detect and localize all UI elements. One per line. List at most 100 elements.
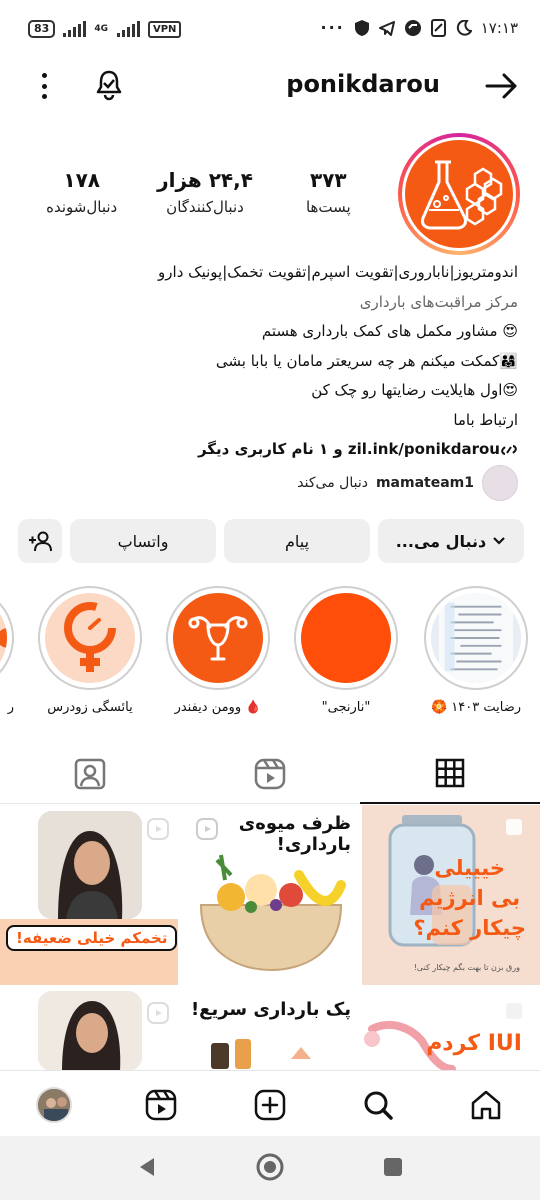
tagged-icon <box>74 758 106 790</box>
suggest-people-button[interactable] <box>18 519 62 563</box>
app-notification-icon <box>404 19 421 36</box>
bio-link[interactable]: zil.ink/ponikdarou <box>348 440 500 458</box>
highlight-partial-label: ر <box>7 700 14 715</box>
telegram-icon <box>378 20 395 36</box>
followed-by-text: دنبال می‌کند <box>297 475 368 491</box>
nav-reels[interactable] <box>141 1085 181 1125</box>
profile-header: ponikdarou <box>0 62 540 110</box>
highlight-reviews[interactable]: رضایت ۱۴۰۳ 🏵️ <box>424 586 528 715</box>
network-type: 4G <box>94 23 108 34</box>
system-back-button[interactable] <box>132 1152 162 1182</box>
following-label: دنبال‌شونده <box>46 198 118 216</box>
chevron-down-icon <box>493 537 506 545</box>
home-circle-icon <box>256 1153 284 1181</box>
reel-indicator-icon <box>196 818 218 840</box>
reels-icon <box>254 758 286 790</box>
multi-post-icon <box>506 819 522 835</box>
tile3-caption: تخمکم خیلی ضعیفه! <box>6 925 178 951</box>
bio-line-2: 👨‍👩‍👧کمکت میکنم هر چه سریعتر مامان یا با… <box>215 351 518 370</box>
bio-line-1: 😍 مشاور مکمل های کمک بارداری هستم <box>261 322 518 340</box>
profile-actions: دنبال می... پیام واتساپ <box>18 519 524 563</box>
tile1-line1: خیییلی <box>434 856 506 880</box>
female-clock-icon <box>64 602 116 672</box>
woman-portrait-icon <box>38 991 142 1070</box>
multi-post-icon <box>506 1003 522 1019</box>
fruit-bowl-icon <box>199 854 346 972</box>
nav-profile[interactable] <box>34 1085 74 1125</box>
tile5-title: پک بارداری سریع! <box>190 999 351 1020</box>
tile6-photo <box>38 991 142 1070</box>
bio-name: اندومتریوز|ناباروری|تقویت اسپرم|تقویت تخ… <box>158 263 518 281</box>
profile-stats: ۳۷۳ پست‌ها ۲۴,۴ هزار دنبال‌کنندگان ۱۷۸ د… <box>20 168 390 216</box>
vpn-badge: VPN <box>147 20 182 38</box>
tab-reels[interactable] <box>180 744 360 804</box>
post-tile[interactable] <box>0 989 178 1070</box>
system-home-button[interactable] <box>255 1152 285 1182</box>
grid-icon <box>435 758 465 788</box>
message-button[interactable]: پیام <box>224 519 370 563</box>
moon-icon <box>456 19 472 36</box>
signal-icon <box>63 21 87 37</box>
profile-avatar[interactable] <box>398 133 520 255</box>
signal-icon-2 <box>116 21 140 37</box>
followers-count: ۲۴,۴ هزار <box>157 168 253 192</box>
followers-stat[interactable]: ۲۴,۴ هزار دنبال‌کنندگان <box>143 168 266 216</box>
story-highlights: رضایت ۱۴۰۳ 🏵️ "نارنجی" 🩸 وومن دیفندر یائ… <box>0 586 540 716</box>
status-bar: 83 4G VPN ··· ۱۷:۱۳ <box>0 0 540 56</box>
tile1-line2: بی انرژیم <box>419 886 521 910</box>
followers-label: دنبال‌کنندگان <box>166 198 244 216</box>
woman-portrait-icon <box>38 811 142 919</box>
posts-label: پست‌ها <box>305 198 351 216</box>
nav-home[interactable] <box>466 1085 506 1125</box>
highlight-early-menopause[interactable]: یائسگی زودرس <box>38 586 142 715</box>
post-tile[interactable]: پک بارداری سریع! <box>181 989 359 1070</box>
back-arrow-icon[interactable] <box>484 70 520 102</box>
message-button-label: پیام <box>284 531 310 551</box>
highlight-early-menopause-label: یائسگی زودرس <box>47 700 133 715</box>
bio-link-more[interactable]: و ۱ نام کاربری دیگر <box>198 440 343 458</box>
edit-icon <box>430 18 446 37</box>
followed-by-row[interactable]: mamateam1 دنبال می‌کند <box>297 465 518 501</box>
highlight-women-defender-label: 🩸 وومن دیفندر <box>174 700 262 715</box>
battery-indicator: 83 <box>28 20 56 38</box>
more-notifications-icon: ··· <box>320 18 345 37</box>
highlight-women-defender[interactable]: 🩸 وومن دیفندر <box>166 586 270 715</box>
nav-create[interactable] <box>250 1085 290 1125</box>
search-icon <box>364 1091 393 1120</box>
notification-bell-icon[interactable] <box>92 68 126 102</box>
nav-search[interactable] <box>358 1085 398 1125</box>
system-recents-button[interactable] <box>378 1152 408 1182</box>
supplement-bottles-icon <box>211 1039 311 1069</box>
reel-indicator-icon <box>147 818 169 840</box>
post-tile[interactable]: IUI کردم <box>362 989 540 1070</box>
whatsapp-button-label: واتساپ <box>117 531 169 551</box>
logo-flask-icon <box>421 160 503 230</box>
chat-screenshot-icon <box>438 593 514 683</box>
posts-stat[interactable]: ۳۷۳ پست‌ها <box>267 168 390 216</box>
follower-username: mamateam1 <box>375 475 474 491</box>
tab-grid[interactable] <box>360 744 540 804</box>
post-tile[interactable]: ظرف میوه‌ی بارداری! <box>181 805 359 985</box>
following-button-label: دنبال می... <box>395 531 487 551</box>
bio-link-row[interactable]: zil.ink/ponikdarou و ۱ نام کاربری دیگر <box>22 435 518 465</box>
tab-tagged[interactable] <box>0 744 180 804</box>
more-options-icon[interactable] <box>34 70 54 102</box>
highlight-partial-icon <box>0 628 7 648</box>
back-triangle-icon <box>140 1158 154 1176</box>
bottom-navigation <box>0 1070 540 1136</box>
reels-icon <box>145 1089 177 1121</box>
following-button[interactable]: دنبال می... <box>378 519 524 563</box>
system-navigation <box>0 1136 540 1200</box>
post-tile[interactable]: تخمکم خیلی ضعیفه! <box>0 805 178 985</box>
shield-icon <box>354 19 369 36</box>
highlight-orange[interactable]: "نارنجی" <box>294 586 398 715</box>
profile-tabs <box>0 744 540 804</box>
following-stat[interactable]: ۱۷۸ دنبال‌شونده <box>20 168 143 216</box>
recents-square-icon <box>384 1158 402 1176</box>
bio-category: مرکز مراقبت‌های بارداری <box>359 292 518 311</box>
whatsapp-button[interactable]: واتساپ <box>70 519 216 563</box>
post-tile[interactable]: خیییلی بی انرژیم چیکار کنم؟ ورق بزن تا ب… <box>362 805 540 985</box>
tile3-photo <box>38 811 142 919</box>
highlight-orange-label: "نارنجی" <box>321 700 371 715</box>
highlight-partial[interactable]: ر <box>0 586 14 715</box>
